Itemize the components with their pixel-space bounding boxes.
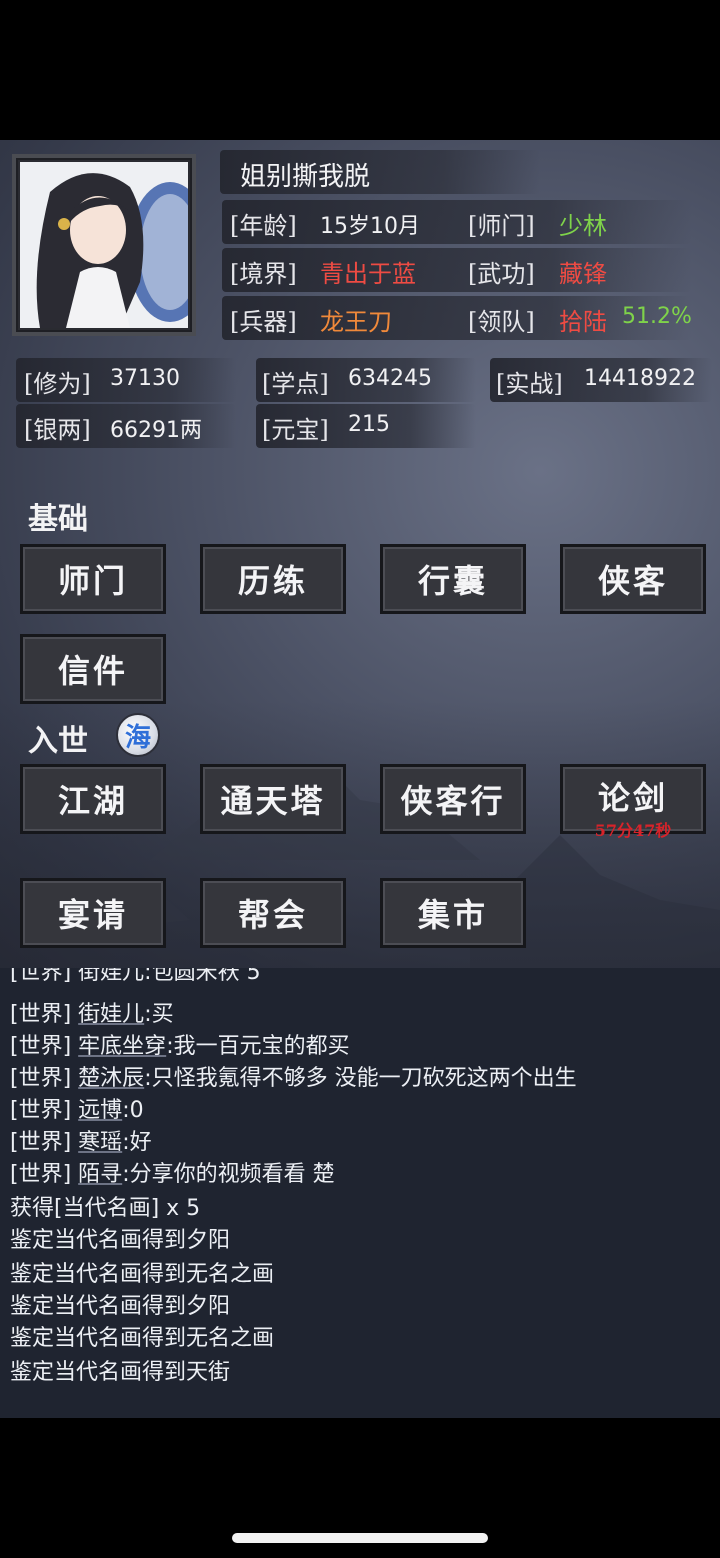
chat-text: :分享你的视频看看 楚 [122, 1162, 335, 1187]
cultivation-label: [修为] [24, 370, 91, 398]
chat-text: :我一百元宝的都买 [166, 1034, 350, 1059]
tower-button[interactable]: 通天塔 [200, 764, 346, 834]
combat-label: [实战] [496, 370, 563, 398]
mail-button-label: 信件 [57, 652, 128, 690]
inventory-button-label: 行囊 [417, 562, 488, 600]
chat-channel: [世界] [10, 1002, 72, 1027]
chat-channel: [世界] [10, 1130, 72, 1155]
team-value[interactable]: 拾陆 [559, 302, 607, 337]
chat-message: [世界] 街娃儿:买 [10, 996, 174, 1028]
guild-button[interactable]: 帮会 [200, 878, 346, 948]
avatar [20, 162, 188, 328]
system-message: 获得[当代名画] x 5 [10, 1196, 201, 1221]
ingot-value: 215 [348, 412, 390, 437]
age-label: [年龄] [230, 212, 297, 240]
system-message: 鉴定当代名画得到无名之画 [10, 1326, 275, 1351]
character-name: 姐别撕我脱 [240, 162, 371, 192]
team-label: [领队] [468, 308, 535, 336]
chat-partial-line: [世界] 街娃儿:包圆米袄 5 [10, 968, 261, 985]
banquet-button[interactable]: 宴请 [20, 878, 166, 948]
portrait-illustration [20, 162, 188, 328]
chat-message: [世界] 寒瑶:好 [10, 1124, 152, 1156]
chat-channel: [世界] [10, 1162, 72, 1187]
cultivation-value: 37130 [110, 366, 180, 391]
character-panel: 姐别撕我脱 [年龄] 15岁10月 [师门] 少林 [境界] 青出于蓝 [武功]… [0, 140, 720, 968]
chat-sender[interactable]: 远博 [78, 1098, 122, 1123]
chat-channel: [世界] [10, 1066, 72, 1091]
market-button[interactable]: 集市 [380, 878, 526, 948]
study-points-value: 634245 [348, 366, 432, 391]
martial-value: 藏锋 [559, 260, 607, 288]
home-indicator[interactable] [232, 1533, 488, 1543]
chat-sender[interactable]: 牢底坐穿 [78, 1034, 166, 1059]
sect-button[interactable]: 师门 [20, 544, 166, 614]
chat-channel: [世界] [10, 1098, 72, 1123]
martial-label: [武功] [468, 260, 535, 288]
team-percent: 51.2% [622, 304, 692, 329]
chat-sender[interactable]: 陌寻 [78, 1162, 122, 1187]
chat-message: [世界] 远博:0 [10, 1092, 144, 1124]
heroes-button-label: 侠客 [597, 562, 668, 600]
system-message: 鉴定当代名画得到夕阳 [10, 1294, 231, 1319]
banquet-button-label: 宴请 [57, 896, 128, 934]
system-message: 鉴定当代名画得到无名之画 [10, 1262, 275, 1287]
realm-label: [境界] [230, 260, 297, 288]
duel-button[interactable]: 论剑 57分47秒 [560, 764, 706, 840]
chat-log[interactable]: [世界] 街娃儿:包圆米袄 5 [世界] 街娃儿:买 [世界] 牢底坐穿:我一百… [0, 968, 720, 1418]
jianghu-button[interactable]: 江湖 [20, 764, 166, 834]
system-message: 鉴定当代名画得到天街 [10, 1360, 231, 1385]
inventory-button[interactable]: 行囊 [380, 544, 526, 614]
chat-sender[interactable]: 寒瑶 [78, 1130, 122, 1155]
sect-label: [师门] [468, 212, 535, 240]
weapon-value[interactable]: 龙王刀 [320, 302, 392, 337]
combat-value: 14418922 [584, 366, 696, 391]
hero-journey-button-label: 侠客行 [400, 782, 506, 820]
hero-journey-button[interactable]: 侠客行 [380, 764, 526, 834]
system-message: 鉴定当代名画得到夕阳 [10, 1228, 231, 1253]
chat-message: [世界] 陌寻:分享你的视频看看 楚 [10, 1156, 335, 1188]
training-button[interactable]: 历练 [200, 544, 346, 614]
duel-timer: 57分47秒 [594, 821, 672, 840]
ingot-label: [元宝] [262, 416, 329, 444]
chat-channel: [世界] [10, 1034, 72, 1059]
heroes-button[interactable]: 侠客 [560, 544, 706, 614]
sect-value: 少林 [559, 212, 607, 240]
mail-button[interactable]: 信件 [20, 634, 166, 704]
chat-text: :0 [122, 1098, 144, 1123]
chat-text: :好 [122, 1130, 152, 1155]
character-portrait[interactable] [12, 154, 196, 336]
weapon-label: [兵器] [230, 308, 297, 336]
chat-text: :只怪我氪得不够多 没能一刀砍死这两个出生 [144, 1066, 577, 1091]
basic-section-title: 基础 [28, 502, 88, 537]
realm-value: 青出于蓝 [320, 260, 416, 288]
jianghu-button-label: 江湖 [57, 782, 128, 820]
duel-button-label: 论剑 [597, 779, 668, 817]
sect-button-label: 师门 [57, 562, 128, 600]
chat-message: [世界] 楚沐辰:只怪我氪得不够多 没能一刀砍死这两个出生 [10, 1060, 577, 1092]
chat-text: :买 [144, 1002, 174, 1027]
market-button-label: 集市 [417, 896, 488, 934]
guild-button-label: 帮会 [237, 896, 308, 934]
sea-badge[interactable]: 海 [116, 713, 160, 757]
tower-button-label: 通天塔 [220, 782, 326, 820]
silver-label: [银两] [24, 416, 91, 444]
chat-sender[interactable]: 街娃儿 [78, 1002, 144, 1027]
age-value: 15岁10月 [320, 214, 420, 239]
chat-sender[interactable]: 楚沐辰 [78, 1066, 144, 1091]
sea-badge-label: 海 [124, 722, 151, 753]
world-section-title: 入世 [28, 724, 88, 759]
silver-value: 66291两 [110, 418, 202, 443]
training-button-label: 历练 [237, 562, 308, 600]
status-bar-area [0, 0, 720, 140]
chat-message: [世界] 牢底坐穿:我一百元宝的都买 [10, 1028, 350, 1060]
study-points-label: [学点] [262, 370, 329, 398]
